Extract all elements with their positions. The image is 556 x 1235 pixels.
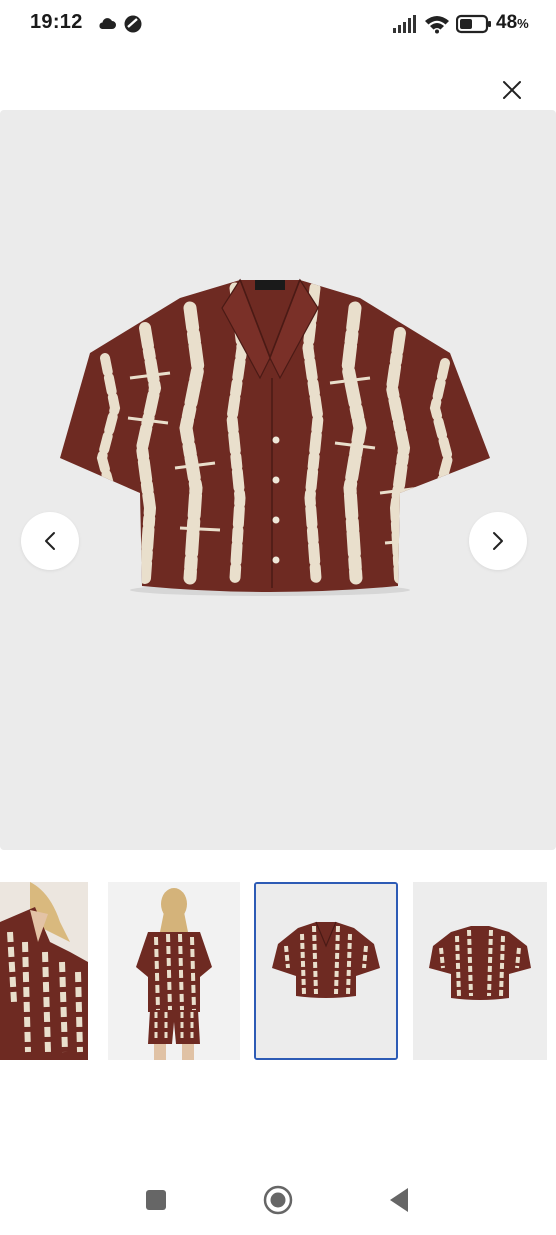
model-back-image <box>108 882 240 1060</box>
system-navigation-bar <box>0 1165 556 1235</box>
recents-icon[interactable] <box>146 1190 166 1210</box>
thumbnail-model-front[interactable] <box>0 882 88 1060</box>
model-front-image <box>0 882 88 1060</box>
cloud-icon <box>99 18 116 29</box>
main-product-image[interactable] <box>0 110 556 850</box>
signal-icon <box>393 15 416 33</box>
do-not-disturb-icon <box>124 15 142 33</box>
battery-unit: % <box>517 16 529 31</box>
next-image-button[interactable] <box>469 512 527 570</box>
thumbnail-shirt-back[interactable] <box>413 882 547 1060</box>
close-icon[interactable] <box>498 76 526 104</box>
wifi-icon <box>425 16 449 34</box>
home-icon[interactable] <box>263 1185 293 1215</box>
shirt-illustration <box>60 278 490 596</box>
back-icon[interactable] <box>388 1187 410 1213</box>
status-bar: 19:12 48% <box>0 0 556 50</box>
battery-value: 48 <box>496 12 518 33</box>
battery-percentage: 48% <box>496 12 529 34</box>
chevron-left-icon <box>45 532 55 550</box>
battery-icon <box>456 14 491 34</box>
thumbnail-shirt-front[interactable] <box>254 882 398 1060</box>
shirt-back-image <box>413 882 547 1060</box>
chevron-right-icon <box>493 532 503 550</box>
thumbnail-model-back[interactable] <box>108 882 240 1060</box>
shirt-front-image <box>256 884 396 1058</box>
previous-image-button[interactable] <box>21 512 79 570</box>
thumbnail-strip <box>0 882 556 1062</box>
status-time: 19:12 <box>30 11 83 33</box>
